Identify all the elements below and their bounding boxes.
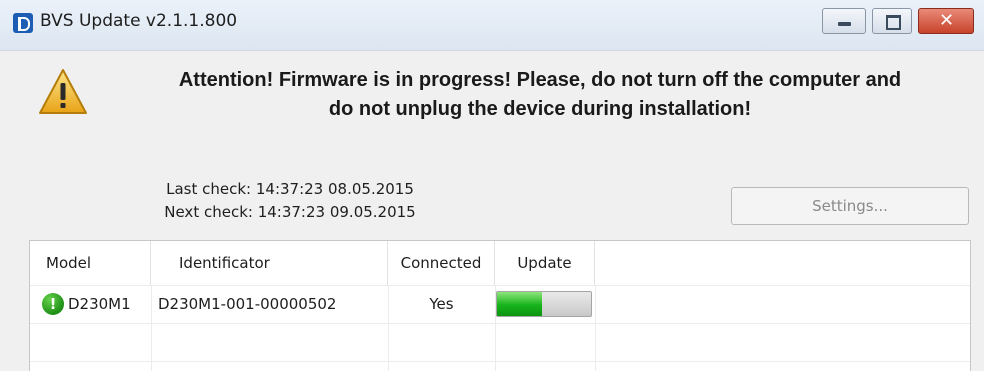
last-check-label: Last check: 14:37:23 08.05.2015 [166, 180, 414, 198]
warning-icon [39, 69, 87, 114]
minimize-button[interactable] [822, 8, 866, 34]
column-header-filler [595, 241, 970, 285]
column-header-identificator[interactable]: Identificator [151, 241, 388, 285]
grid-line [30, 361, 970, 362]
column-header-connected[interactable]: Connected [388, 241, 495, 285]
close-icon: ✕ [939, 10, 955, 31]
update-progress-bar [496, 291, 592, 317]
bvs-update-window: BVS Update v2.1.1.800 ✕ Attention! Firmw… [0, 0, 984, 371]
table-header: Model Identificator Connected Update [30, 241, 970, 285]
settings-button[interactable]: Settings... [731, 187, 969, 225]
next-check-label: Next check: 14:37:23 09.05.2015 [164, 203, 416, 221]
warning-line-2: do not unplug the device during installa… [328, 98, 752, 120]
warning-message: Attention! Firmware is in progress! Plea… [110, 66, 970, 124]
column-header-model[interactable]: Model [30, 241, 151, 285]
update-progress-fill [497, 292, 543, 316]
title-bar[interactable]: BVS Update v2.1.1.800 ✕ [0, 0, 984, 51]
cell-connected: Yes [429, 295, 454, 313]
device-table: Model Identificator Connected Update ! D… [29, 240, 971, 371]
close-button[interactable]: ✕ [918, 8, 974, 34]
alert-status-icon: ! [42, 293, 64, 315]
app-logo-icon [13, 13, 33, 33]
maximize-icon [886, 15, 901, 30]
grid-line [30, 323, 970, 324]
column-header-update[interactable]: Update [495, 241, 595, 285]
window-title: BVS Update v2.1.1.800 [40, 11, 238, 31]
grid-line [151, 285, 152, 371]
maximize-button[interactable] [872, 8, 912, 34]
grid-line [595, 285, 596, 371]
minimize-icon [838, 22, 851, 26]
warning-line-1: Attention! Firmware is in progress! Plea… [178, 69, 902, 91]
cell-model: D230M1 [68, 295, 131, 313]
check-schedule: Last check: 14:37:23 08.05.2015 Next che… [110, 178, 470, 224]
cell-identificator: D230M1-001-00000502 [158, 295, 337, 313]
